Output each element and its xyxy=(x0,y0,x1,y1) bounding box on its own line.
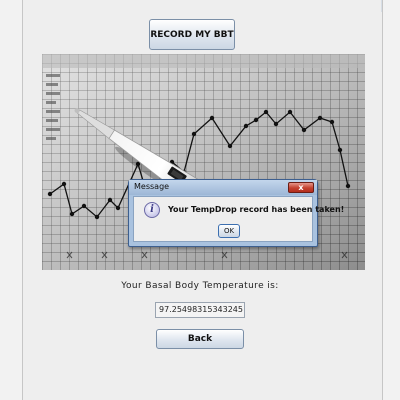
dialog-title: Message xyxy=(134,182,170,191)
record-bbt-button[interactable]: RECORD MY BBT xyxy=(149,19,235,50)
temperature-label: Your Basal Body Temperature is: xyxy=(121,281,279,291)
ok-button[interactable]: OK xyxy=(218,224,240,238)
back-button[interactable]: Back xyxy=(156,329,244,349)
info-icon: i xyxy=(144,202,160,218)
window-left-border xyxy=(0,0,23,400)
temperature-value-field[interactable]: 97.25498315343245 xyxy=(155,302,245,318)
window-right-border xyxy=(382,0,400,400)
dialog-body: i Your TempDrop record has been taken! O… xyxy=(133,196,344,242)
dialog-message: Your TempDrop record has been taken! xyxy=(168,205,345,214)
dialog-titlebar[interactable]: Message x xyxy=(129,180,317,195)
close-icon[interactable]: x xyxy=(288,182,314,193)
message-dialog: Message x i Your TempDrop record has bee… xyxy=(128,179,344,247)
